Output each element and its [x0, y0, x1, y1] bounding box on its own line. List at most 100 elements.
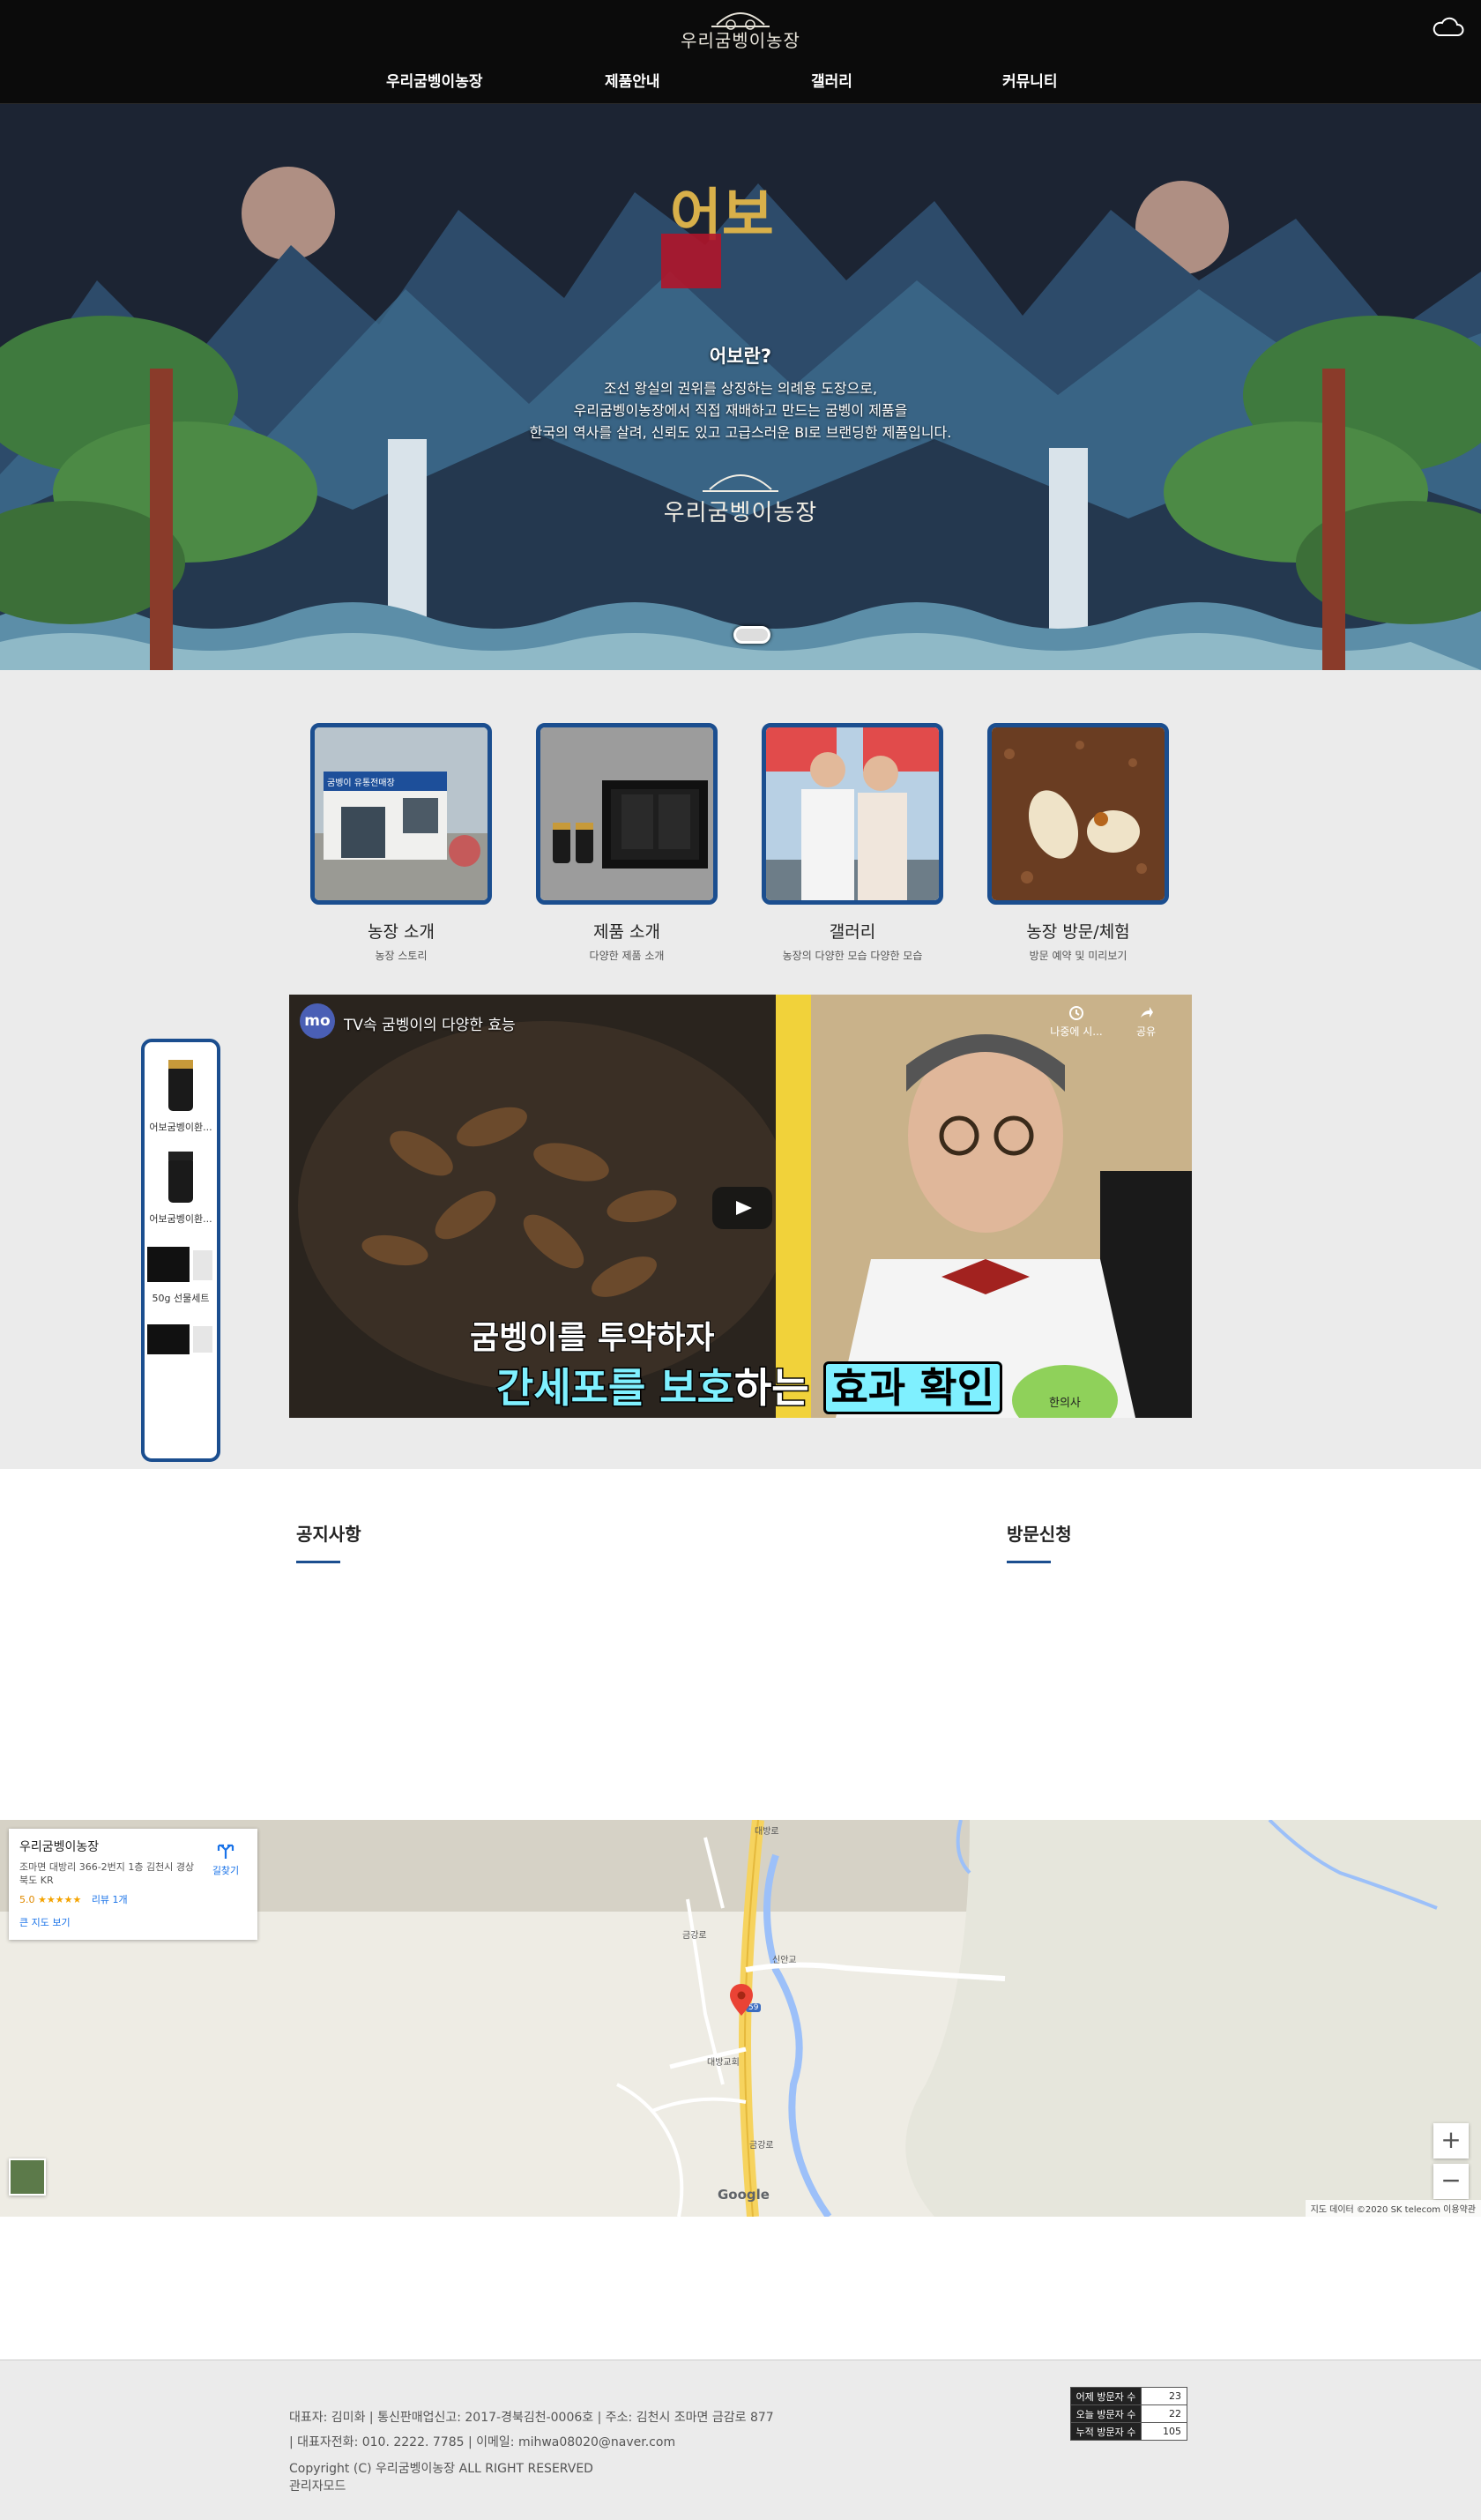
intro-section: 굼벵이 유통전매장 농장 소개 농장 스토리 제품 소개 다양한 제품 소개 갤…	[0, 670, 1481, 1469]
visitor-counter: 어제 방문자 수 23 오늘 방문자 수 22 누적 방문자 수 105	[1070, 2387, 1187, 2441]
admin-mode-link[interactable]: 관리자모드	[289, 2477, 346, 2494]
cloud-icon[interactable]	[1430, 16, 1465, 39]
play-icon	[736, 1201, 752, 1215]
card-gallery[interactable]: 갤러리 농장의 다양한 모습 다양한 모습	[762, 723, 943, 963]
product-box-image	[536, 723, 718, 905]
zoom-in-button[interactable]: +	[1433, 2123, 1469, 2158]
card-title: 갤러리	[829, 922, 876, 942]
visitor-row: 누적 방문자 수 105	[1070, 2422, 1187, 2441]
visitor-label: 어제 방문자 수	[1070, 2387, 1142, 2405]
card-product-intro[interactable]: 제품 소개 다양한 제품 소개	[536, 723, 718, 963]
card-subtitle: 농장 스토리	[375, 950, 428, 962]
visitor-value: 23	[1141, 2387, 1187, 2405]
visit-title[interactable]: 방문신청	[1007, 1520, 1072, 1546]
map-label: 신안교	[772, 1956, 797, 1965]
rating-value: 5.0	[19, 1894, 35, 1905]
map-label: 금강로	[749, 2141, 774, 2151]
place-rating: 5.0 ★★★★★ 리뷰 1개	[19, 1892, 247, 1906]
farm-storefront-image: 굼벵이 유통전매장	[310, 723, 492, 905]
map-label: 대방로	[755, 1827, 779, 1837]
visitor-row: 어제 방문자 수 23	[1070, 2387, 1187, 2405]
big-map-link[interactable]: 큰 지도 보기	[19, 1915, 247, 1929]
video-caption: 굼벵이를 투약하자	[469, 1319, 715, 1357]
logo-text: 우리굼벵이농장	[681, 30, 800, 51]
grubs-image	[987, 723, 1169, 905]
channel-avatar[interactable]: mo	[300, 1003, 335, 1039]
quick-item-label: 어보굼벵이환...	[149, 1213, 212, 1225]
card-subtitle: 다양한 제품 소개	[589, 950, 665, 962]
watch-later-button[interactable]: 나중에 시...	[1046, 1005, 1107, 1039]
site-footer: 대표자: 김미화 | 통신판매업신고: 2017-경북김천-0006호 | 주소…	[0, 2360, 1481, 2520]
notice-title[interactable]: 공지사항	[296, 1520, 361, 1546]
quick-item[interactable]: 50g 선물세트	[145, 1241, 217, 1305]
quick-item-label: 어보굼벵이환...	[149, 1122, 212, 1133]
visitor-value: 105	[1141, 2422, 1187, 2441]
zoom-out-button[interactable]: −	[1433, 2164, 1469, 2199]
site-logo[interactable]: 우리굼벵이농장	[679, 9, 802, 62]
google-logo: Google	[718, 2187, 770, 2203]
play-button[interactable]	[712, 1187, 772, 1229]
video-caption: 간세포를 보호하는 효과 확인	[495, 1356, 1002, 1414]
storefront-sign-text: 굼벵이 유통전매장	[327, 779, 395, 788]
gift-set-image	[147, 1324, 212, 1354]
card-farm-visit[interactable]: 농장 방문/체험 방문 예약 및 미리보기	[987, 723, 1169, 963]
notice-underline	[296, 1561, 340, 1563]
place-address: 조마면 대방리 366-2번지 1층 김천시 경상북도 KR	[19, 1861, 195, 1886]
visit-underline	[1007, 1561, 1051, 1563]
share-button[interactable]: 공유	[1128, 1005, 1164, 1039]
youtube-video[interactable]: mo TV속 굼벵이의 다양한 효능 나중에 시... 공유 한의사 굼벵이를 …	[289, 995, 1192, 1418]
map-label: 금강로	[682, 1931, 707, 1941]
directions-label: 길찾기	[212, 1865, 240, 1876]
card-farm-intro[interactable]: 굼벵이 유통전매장 농장 소개 농장 스토리	[310, 723, 492, 963]
product-jar-image	[168, 1152, 193, 1203]
video-tag: 한의사	[1049, 1397, 1081, 1410]
visitor-value: 22	[1141, 2404, 1187, 2423]
directions-button[interactable]: 길찾기	[205, 1841, 247, 1877]
card-title: 제품 소개	[593, 922, 660, 942]
gift-set-image	[147, 1247, 212, 1282]
caption-part: 효과 확인	[822, 1361, 1002, 1414]
clock-icon	[1069, 1006, 1083, 1020]
map-attribution[interactable]: 지도 데이터 ©2020 SK telecom 이용약관	[1305, 2200, 1481, 2217]
quick-item[interactable]: 어보굼벵이환...	[145, 1058, 217, 1134]
slider-indicator[interactable]	[733, 626, 770, 644]
nav-item-farm[interactable]: 우리굼벵이농장	[386, 69, 482, 91]
board-section: 공지사항 방문신청	[0, 1469, 1481, 1820]
hero-banner: 어보 어보란? 조선 왕실의 권위를 상징하는 의례용 도장으로, 우리굼벵이농…	[0, 104, 1481, 670]
hero-logo-text: 우리굼벵이농장	[663, 500, 818, 526]
nav-item-community[interactable]: 커뮤니티	[1002, 69, 1058, 91]
owners-photo-image	[762, 723, 943, 905]
card-title: 농장 방문/체험	[1026, 922, 1130, 942]
map-label: 대방교회	[707, 2058, 740, 2068]
visitor-label: 오늘 방문자 수	[1070, 2404, 1142, 2423]
hero-text: 어보란? 조선 왕실의 권위를 상징하는 의례용 도장으로, 우리굼벵이농장에서…	[388, 342, 1093, 444]
place-info-card: 우리굼벵이농장 조마면 대방리 366-2번지 1층 김천시 경상북도 KR 5…	[9, 1829, 257, 1940]
site-header: 우리굼벵이농장 우리굼벵이농장 제품안내 갤러리 커뮤니티	[0, 0, 1481, 104]
main-nav: 우리굼벵이농장 제품안내 갤러리 커뮤니티	[0, 69, 1481, 91]
satellite-toggle[interactable]	[9, 2158, 46, 2196]
footer-contact-info: | 대표자전화: 010. 2222. 7785 | 이메일: mihwa080…	[289, 2435, 676, 2449]
hero-line: 조선 왕실의 권위를 상징하는 의례용 도장으로,	[603, 380, 878, 397]
quick-item[interactable]	[145, 1321, 217, 1360]
map-pin-icon[interactable]	[730, 1984, 753, 2016]
quick-product-list: 어보굼벵이환... 어보굼벵이환... 50g 선물세트	[141, 1039, 220, 1462]
product-jar-image	[168, 1060, 193, 1111]
share-label: 공유	[1135, 1025, 1157, 1038]
hero-line: 우리굼벵이농장에서 직접 재배하고 만드는 굼벵이 제품을	[573, 402, 908, 419]
rating-stars: ★★★★★	[38, 1894, 82, 1905]
reviews-link[interactable]: 리뷰 1개	[92, 1894, 128, 1905]
nav-item-gallery[interactable]: 갤러리	[811, 69, 852, 91]
quick-item[interactable]: 어보굼벵이환...	[145, 1150, 217, 1226]
hero-logo: 우리굼벵이농장	[661, 470, 820, 541]
google-map[interactable]: 대방로 신안교 금강로 대방교회 금강로 59 우리굼벵이농장 조마면 대방리 …	[0, 1820, 1481, 2217]
card-subtitle: 농장의 다양한 모습 다양한 모습	[782, 950, 923, 962]
share-icon	[1141, 1007, 1153, 1018]
visitor-label: 누적 방문자 수	[1070, 2422, 1142, 2441]
watch-later-label: 나중에 시...	[1050, 1025, 1103, 1038]
nav-item-products[interactable]: 제품안내	[605, 69, 660, 91]
hero-line: 한국의 역사를 살려, 신뢰도 있고 고급스러운 BI로 브랜딩한 제품입니다.	[529, 424, 952, 441]
video-title[interactable]: TV속 굼벵이의 다양한 효능	[344, 1012, 516, 1034]
hero-question: 어보란?	[709, 346, 772, 367]
red-seal-icon	[661, 234, 721, 288]
directions-icon	[217, 1844, 234, 1859]
